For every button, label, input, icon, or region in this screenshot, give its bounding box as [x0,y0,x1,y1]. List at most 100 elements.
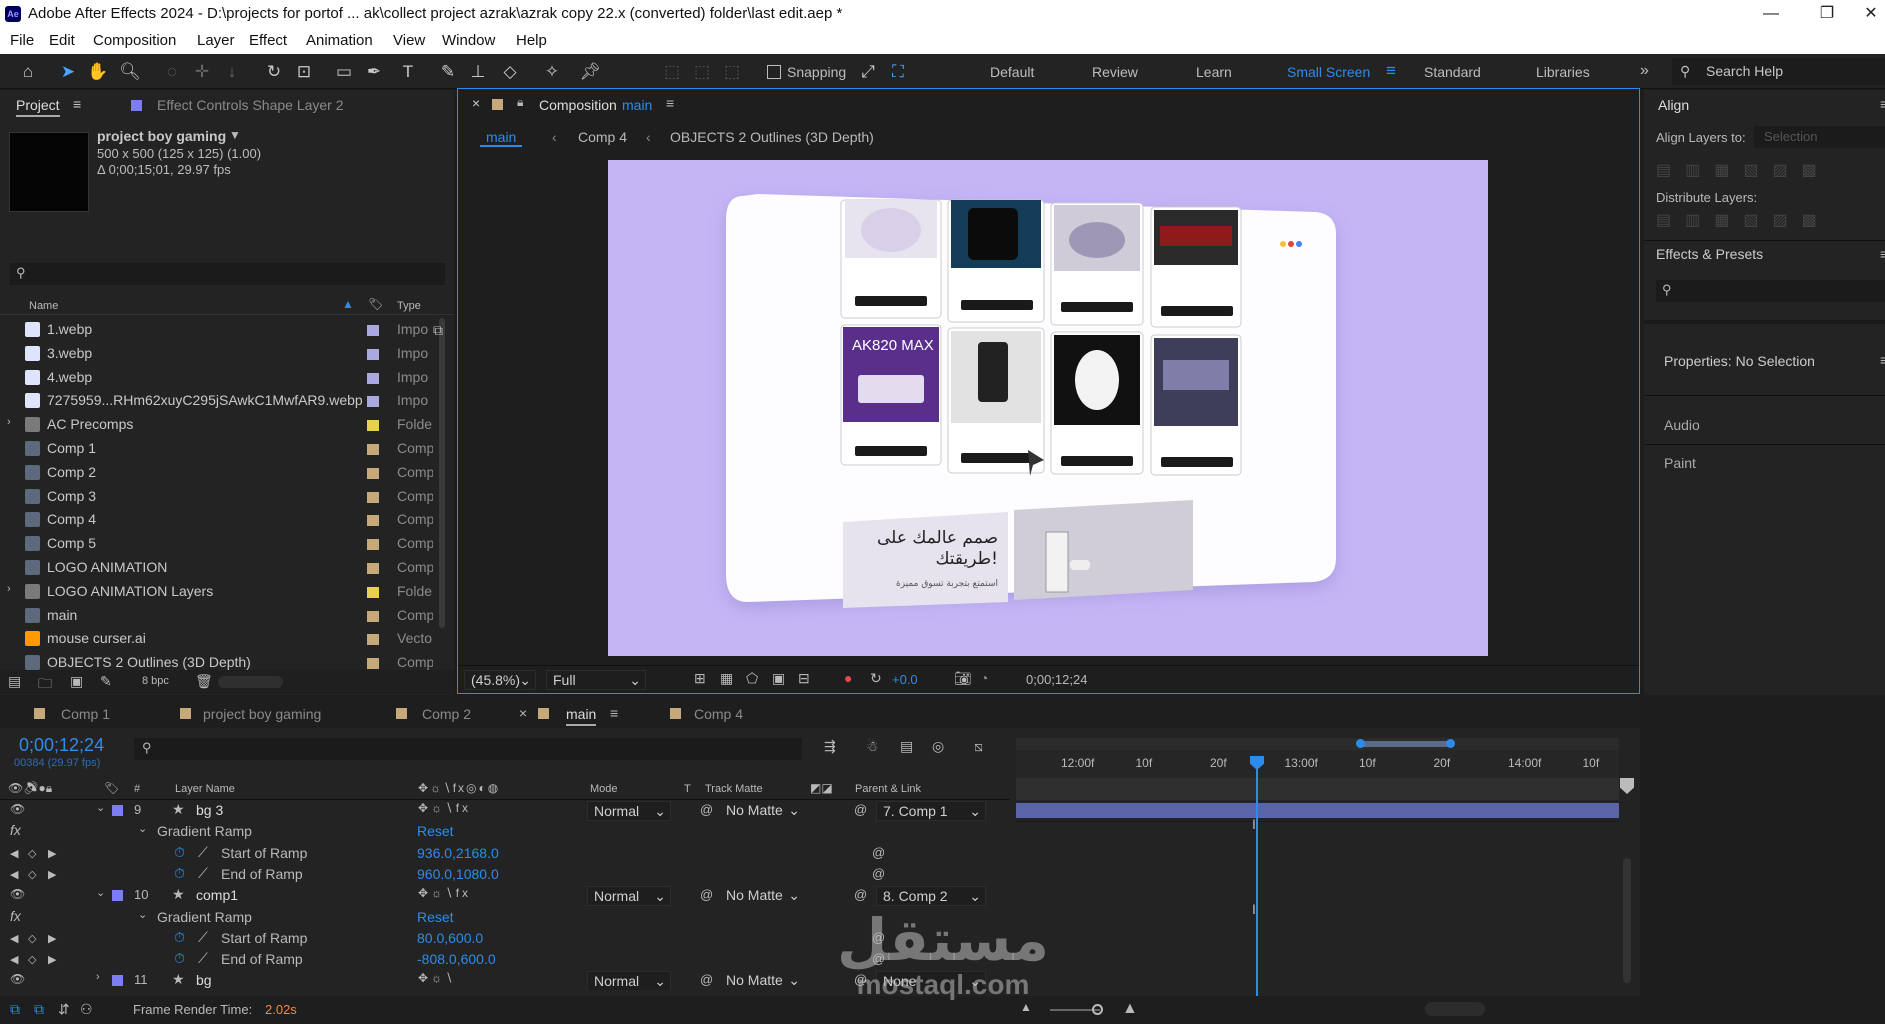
rotate-tool-icon[interactable]: ↻ [262,60,286,84]
label-color-icon[interactable] [367,491,379,503]
tab-menu-icon[interactable]: ≡ [610,705,618,721]
item-dropdown-icon[interactable]: ▼ [229,128,241,142]
time-navigator[interactable] [1016,778,1619,800]
prev-keyframe-icon[interactable]: ◀ [10,847,18,860]
home-icon[interactable]: ⌂ [16,60,40,84]
timeline-row[interactable]: 👁︎ ⌄ 10 ★ comp1 ✥☼∖fx Normal ⌄ @ No Matte ⌄ @8. Com… [0,885,1010,907]
layer-switches-icon[interactable]: ✥☼∖fx [418,886,471,900]
eraser-tool-icon[interactable]: ◇ [498,60,522,84]
track-matte-select[interactable]: No Matte ⌄ [720,886,804,906]
twirl-arrow-icon[interactable]: ⌄ [96,886,105,899]
layer-switches-icon[interactable]: ✥☼∖fx [418,801,471,815]
prev-keyframe-icon[interactable]: ◀ [10,953,18,966]
thumbnail-slider[interactable] [218,676,283,688]
next-keyframe-icon[interactable]: ▶ [48,953,56,966]
orbit-camera-icon[interactable]: ◌ [160,60,184,84]
project-list-item[interactable]: › LOGO ANIMATION Layers Folde [0,580,440,604]
eye-icon[interactable]: 👁︎ [10,802,25,816]
show-snapshot-icon[interactable]: ◔ [980,670,988,686]
menu-edit[interactable]: Edit [49,32,75,49]
exposure-value[interactable]: +0.0 [892,672,918,687]
property-value[interactable]: 960.0,1080.0 [417,866,499,882]
new-folder-icon[interactable]: 🗀 [38,673,52,697]
tab-project-boy-gaming[interactable]: project boy gaming [203,706,321,722]
comp-panel-menu-icon[interactable]: ≡ [666,95,674,111]
workspace-review[interactable]: Review [1092,64,1138,80]
align-menu-icon[interactable]: ≡ [1880,96,1885,112]
type-tool-icon[interactable]: T [396,60,420,84]
stopwatch-icon[interactable]: ⏱︎ [174,950,185,967]
clone-stamp-icon[interactable]: ⊥ [466,60,490,84]
in-out-icon[interactable]: ⚇ [80,1001,93,1018]
keyframe-toggle-icon[interactable]: ◇ [28,932,36,945]
eye-icon[interactable]: 👁︎ [10,887,25,901]
label-color-icon[interactable] [112,890,123,902]
graph-editor-icon[interactable]: ⧅ [974,738,983,755]
menu-view[interactable]: View [393,32,425,49]
workspace-default[interactable]: Default [990,64,1034,80]
project-item-name[interactable]: project boy gaming [97,128,226,144]
graph-icon[interactable]: ⟋ [198,865,208,882]
hand-tool-icon[interactable]: ✋ [86,60,110,84]
work-area-range[interactable] [1359,741,1449,747]
project-list-item[interactable]: LOGO ANIMATION Comp [0,556,440,580]
work-area-end[interactable] [1446,739,1455,748]
parent-select[interactable]: 7. Comp 1 ⌄ [876,801,986,821]
transparency-grid-icon[interactable]: ▦ [720,670,733,687]
property-value[interactable]: 80.0,600.0 [417,930,483,946]
axis-view-icon[interactable]: ⬚ [720,60,744,84]
layer-bar-bg3[interactable] [1016,803,1619,818]
paint-panel-title[interactable]: Paint [1664,455,1696,471]
track-matte-pickwhip-icon[interactable]: @ [700,802,713,817]
fast-previews-icon[interactable]: ⊞ [694,670,706,687]
next-keyframe-icon[interactable]: ▶ [48,932,56,945]
project-list-item[interactable]: Comp 5 Comp [0,532,440,556]
composition-tab-label[interactable]: Composition [539,97,617,113]
effects-menu-icon[interactable]: ≡ [1880,246,1885,262]
col-layer-name[interactable]: Layer Name [175,783,235,795]
expression-pickwhip-icon[interactable]: @ [872,866,885,881]
workspace-menu-icon[interactable]: ≡ [1386,61,1396,81]
label-color-icon[interactable] [367,610,379,622]
menu-file[interactable]: File [10,32,34,49]
parent-pickwhip-icon[interactable]: @ [854,972,867,987]
layer-switches-icon[interactable]: ⧉ [34,1001,44,1018]
timeline-current-time[interactable]: 0;00;12;24 [19,735,104,756]
tab-project[interactable]: Project [16,97,60,117]
lock-icon[interactable]: 🔒︎ [517,95,523,110]
label-color-icon[interactable] [367,515,379,527]
workspace-standard[interactable]: Standard [1424,64,1481,80]
close-button[interactable]: ✕ [1851,2,1885,26]
properties-menu-icon[interactable]: ≡ [1880,352,1885,368]
label-color-icon[interactable] [367,396,379,408]
resolution-select[interactable]: Full ⌄ [546,670,646,690]
project-list-item[interactable]: Comp 4 Comp [0,508,440,532]
effects-search-input[interactable]: ⚲ [1656,280,1885,302]
stopwatch-icon[interactable]: ⏱︎ [174,929,185,946]
property-value[interactable]: 936.0,2168.0 [417,845,499,861]
timeline-row[interactable]: fx ⌄ Gradient Ramp Reset [0,907,1010,928]
channel-rgb-icon[interactable]: ● [844,670,852,686]
current-time[interactable]: 0;00;12;24 [1026,672,1087,687]
menu-effect[interactable]: Effect [249,32,287,49]
work-area-bar[interactable] [1016,738,1619,750]
parent-select[interactable]: 8. Comp 2 ⌄ [876,886,986,907]
tab-comp-1[interactable]: Comp 1 [61,706,110,722]
menu-help[interactable]: Help [516,32,547,49]
zoom-slider-thumb[interactable] [1092,1004,1103,1015]
project-list-item[interactable]: main Comp [0,604,440,628]
expand-arrow-icon[interactable]: › [7,416,11,428]
label-color-icon[interactable] [367,348,379,360]
fx-icon[interactable]: fx [10,822,21,838]
snap-target-icon[interactable]: ⛶ [886,60,910,84]
composition-tab-name[interactable]: main [622,97,652,113]
label-color-icon[interactable] [367,586,379,598]
menu-layer[interactable]: Layer [197,32,235,49]
comp-viewer[interactable]: AK820 MAX صمم عالمك على طريقتك! استمتع ب… [608,160,1488,656]
layer-search-input[interactable]: ⚲ [134,738,802,760]
workspace-learn[interactable]: Learn [1196,64,1232,80]
label-color-icon[interactable] [112,975,123,987]
shy-layers-icon[interactable]: ☃ [866,738,879,755]
tab-comp-2[interactable]: Comp 2 [422,706,471,722]
timeline-row[interactable]: ◀ ◇ ▶ ⏱︎ ⟋ Start of Ramp 936.0,2168.0 @ [0,843,1010,864]
